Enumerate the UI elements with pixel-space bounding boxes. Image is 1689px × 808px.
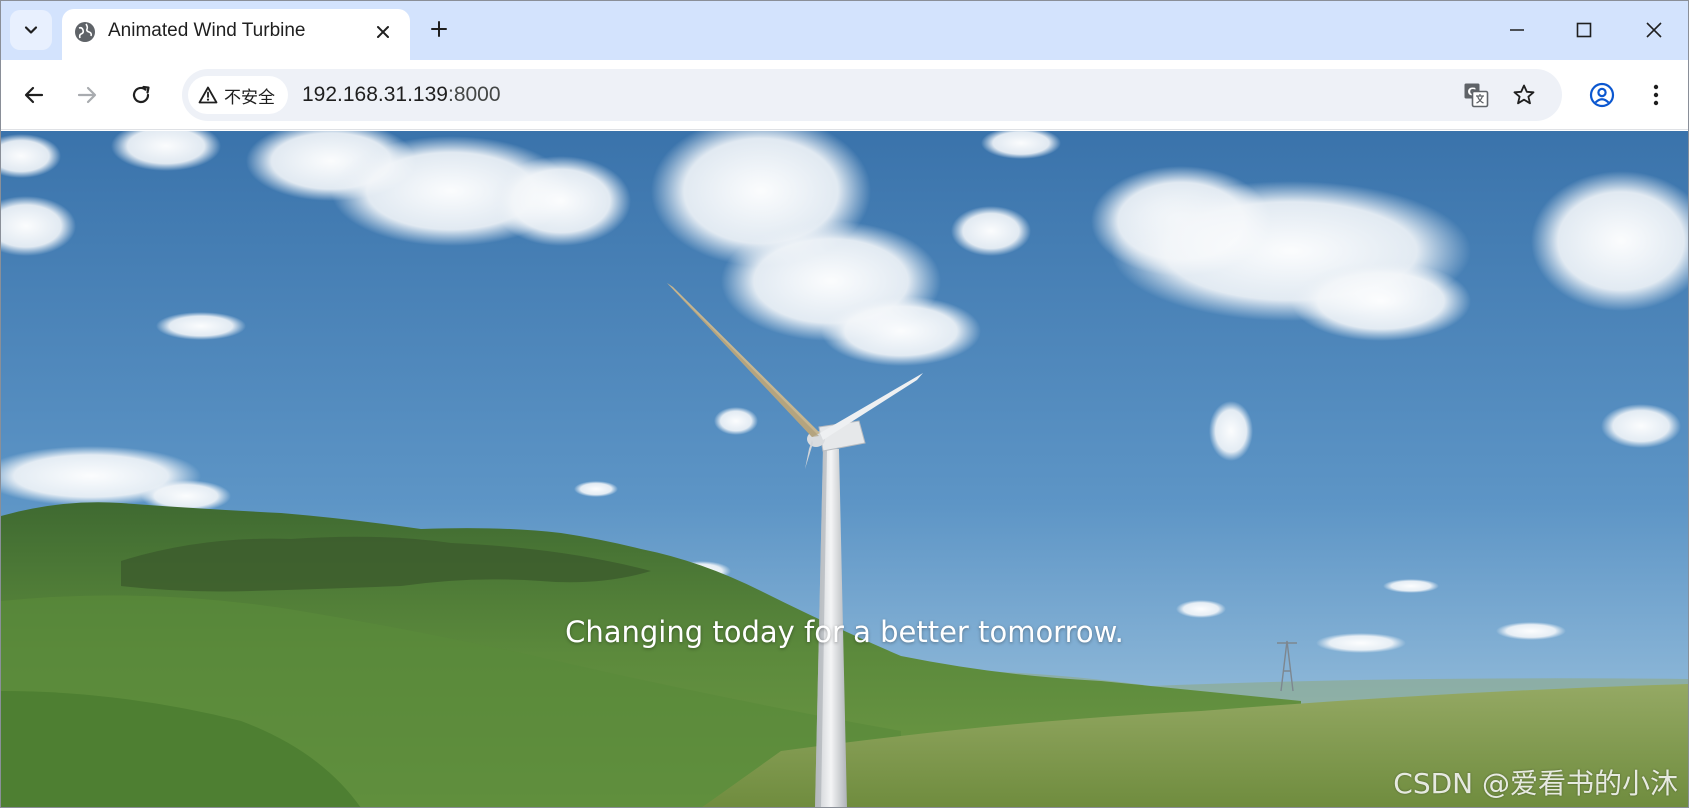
plus-icon <box>431 21 447 37</box>
reload-icon <box>132 85 150 104</box>
tab-search-button[interactable] <box>10 10 52 50</box>
forward-button[interactable] <box>67 75 107 115</box>
close-window-button[interactable] <box>1634 10 1674 50</box>
new-tab-button[interactable] <box>424 14 454 44</box>
maximize-button[interactable] <box>1564 10 1604 50</box>
security-label: 不安全 <box>224 87 275 108</box>
page-tagline: Changing today for a better tomorrow. <box>565 615 1124 649</box>
arrow-left-icon <box>24 86 44 104</box>
chevron-down-icon <box>24 26 38 34</box>
tab-close-button[interactable] <box>370 19 396 45</box>
url-port: :8000 <box>447 83 501 106</box>
minimize-icon <box>1510 29 1524 31</box>
security-chip[interactable]: 不安全 <box>188 76 288 114</box>
close-icon <box>377 26 389 38</box>
translate-button[interactable]: G <box>1457 76 1495 114</box>
page-viewport: Changing today for a better tomorrow. CS… <box>1 131 1688 808</box>
active-tab[interactable]: Animated Wind Turbine <box>62 9 410 60</box>
browser-menu-button[interactable] <box>1636 75 1676 115</box>
back-button[interactable] <box>14 75 54 115</box>
profile-icon <box>1589 82 1615 108</box>
kebab-menu-icon <box>1653 84 1659 106</box>
warning-icon <box>198 86 218 104</box>
watermark: CSDN @爱看书的小沐 <box>1393 767 1678 800</box>
arrow-right-icon <box>77 86 97 104</box>
minimize-button[interactable] <box>1497 10 1537 50</box>
reload-button[interactable] <box>121 75 161 115</box>
profile-button[interactable] <box>1582 75 1622 115</box>
maximize-icon <box>1576 22 1592 38</box>
wind-turbine-scene[interactable] <box>1 131 1688 808</box>
star-icon <box>1513 84 1535 105</box>
close-icon <box>1646 22 1662 38</box>
url-text[interactable]: 192.168.31.139:8000 <box>302 83 501 107</box>
bookmark-button[interactable] <box>1505 76 1543 114</box>
address-bar[interactable]: 不安全 192.168.31.139:8000 G <box>182 69 1562 121</box>
url-host: 192.168.31.139 <box>302 83 448 106</box>
translate-icon: G <box>1464 83 1489 108</box>
tab-strip: Animated Wind Turbine <box>0 0 1689 60</box>
browser-toolbar: 不安全 192.168.31.139:8000 G <box>0 60 1689 130</box>
globe-icon <box>75 22 95 42</box>
tab-title: Animated Wind Turbine <box>108 20 306 41</box>
